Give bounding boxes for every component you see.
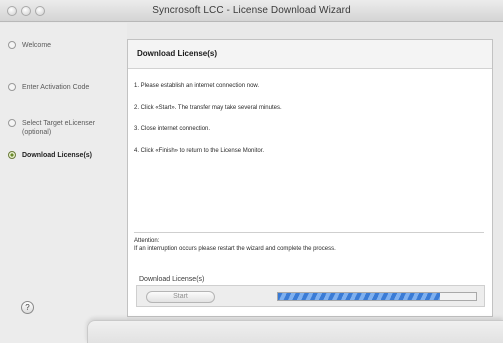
step-bullet-icon [8,41,16,49]
wizard-steps-sidebar: Welcome Enter Activation Code Select Tar… [0,23,127,343]
window-title: Syncrosoft LCC - License Download Wizard [152,5,351,16]
download-section-label: Download License(s) [139,276,205,283]
step-welcome: Welcome [8,41,117,50]
step-label: Download License(s) [22,152,93,159]
help-icon: ? [25,303,30,312]
step-active-bullet-icon [8,151,16,159]
overlapping-sheet [87,320,503,343]
progress-fill [278,293,441,300]
step-download-licenses: Download License(s) [8,151,117,160]
download-controls-box: Start [136,285,485,307]
download-section: Download License(s) Start [127,39,493,317]
step-label: Select Target eLicenser (optional) [22,120,96,136]
step-bullet-icon [8,83,16,91]
help-button[interactable]: ? [21,301,34,314]
step-label: Enter Activation Code [22,84,90,91]
step-label: Welcome [22,42,52,49]
start-button[interactable]: Start [146,291,215,303]
step-bullet-icon [8,119,16,127]
wizard-window: Syncrosoft LCC - License Download Wizard… [0,0,503,343]
title-bar: Syncrosoft LCC - License Download Wizard [0,0,503,22]
step-enter-activation-code: Enter Activation Code [8,83,117,92]
download-progress-bar [277,292,477,301]
step-select-target-elicenser: Select Target eLicenser (optional) [8,119,117,137]
